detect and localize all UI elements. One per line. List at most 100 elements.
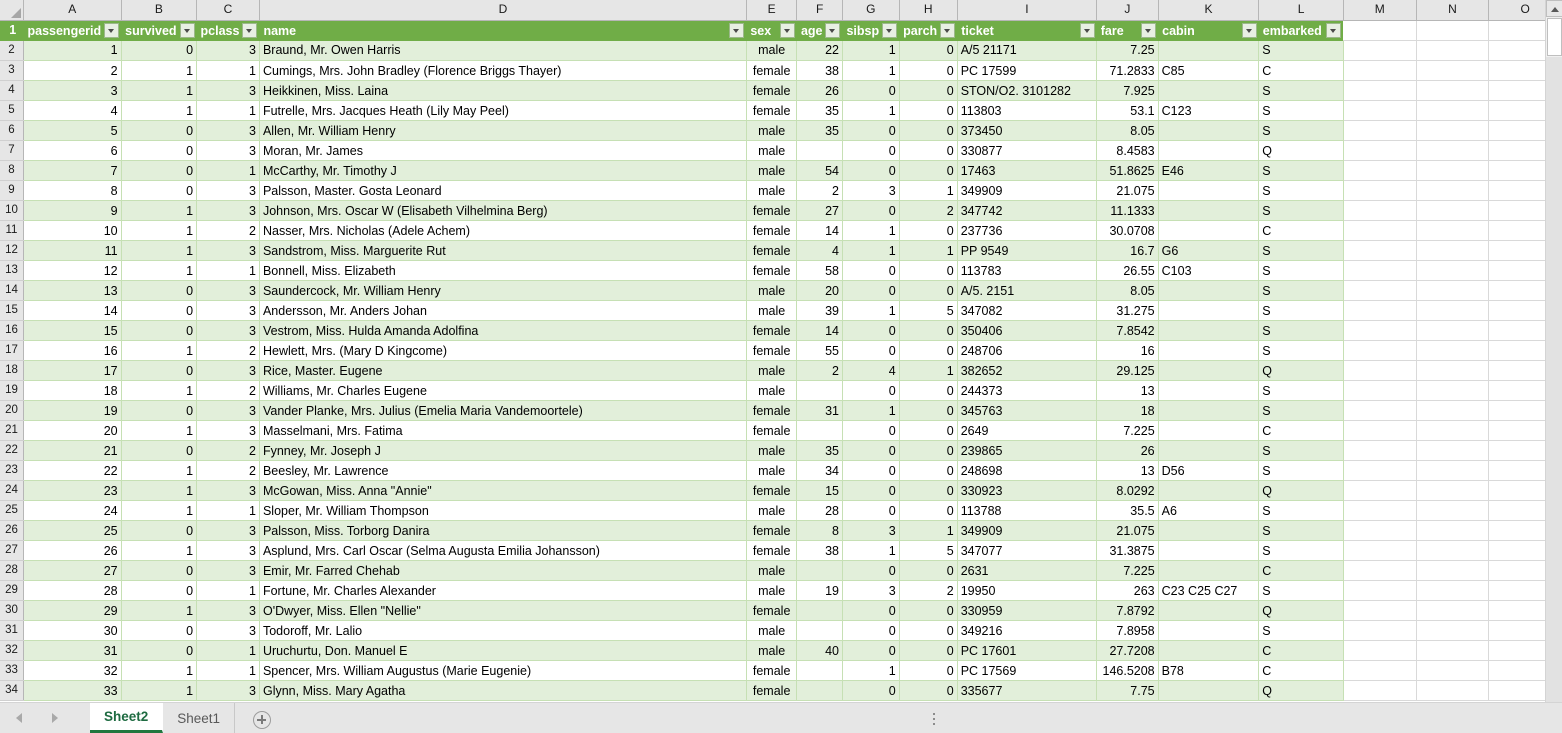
cell-sex[interactable]: male xyxy=(746,560,798,581)
empty-cell[interactable] xyxy=(1343,500,1417,521)
cell-passengerid[interactable]: 19 xyxy=(23,400,122,421)
cell-fare[interactable]: 8.0292 xyxy=(1096,480,1159,501)
empty-cell[interactable] xyxy=(1416,680,1490,701)
cell-embarked[interactable]: C xyxy=(1258,420,1344,441)
cell-passengerid[interactable]: 9 xyxy=(23,200,122,221)
empty-cell[interactable] xyxy=(1416,240,1490,261)
cell-age[interactable]: 15 xyxy=(796,480,843,501)
cell-sex[interactable]: female xyxy=(746,240,798,261)
cell-fare[interactable]: 26.55 xyxy=(1096,260,1159,281)
row-header[interactable]: 30 xyxy=(0,600,24,621)
cell-parch[interactable]: 0 xyxy=(899,280,958,301)
cell-ticket[interactable]: 349216 xyxy=(957,620,1098,641)
cell-cabin[interactable]: G6 xyxy=(1158,240,1260,261)
cell-passengerid[interactable]: 4 xyxy=(23,100,122,121)
cell-embarked[interactable]: S xyxy=(1258,320,1344,341)
cell-cabin[interactable] xyxy=(1158,300,1260,321)
row-header[interactable]: 21 xyxy=(0,420,24,441)
cell-embarked[interactable]: S xyxy=(1258,260,1344,281)
cell-cabin[interactable] xyxy=(1158,540,1260,561)
cell-fare[interactable]: 7.225 xyxy=(1096,420,1159,441)
row-header[interactable]: 18 xyxy=(0,360,24,381)
cell-passengerid[interactable]: 7 xyxy=(23,160,122,181)
empty-cell[interactable] xyxy=(1343,480,1417,501)
cell-sibsp[interactable]: 1 xyxy=(842,400,900,421)
cell-fare[interactable]: 30.0708 xyxy=(1096,220,1159,241)
cell-pclass[interactable]: 3 xyxy=(196,600,260,621)
cell-name[interactable]: Spencer, Mrs. William Augustus (Marie Eu… xyxy=(259,660,747,681)
cell-sibsp[interactable]: 1 xyxy=(842,100,900,121)
cell-survived[interactable]: 1 xyxy=(121,260,198,281)
cell-cabin[interactable] xyxy=(1158,180,1260,201)
cell-ticket[interactable]: 248698 xyxy=(957,460,1098,481)
empty-cell[interactable] xyxy=(1416,40,1490,61)
cell-sibsp[interactable]: 0 xyxy=(842,260,900,281)
cell-fare[interactable]: 16 xyxy=(1096,340,1159,361)
cell-sibsp[interactable]: 1 xyxy=(842,540,900,561)
cell-sex[interactable]: female xyxy=(746,200,798,221)
row-header[interactable]: 6 xyxy=(0,120,24,141)
cell-pclass[interactable]: 3 xyxy=(196,680,260,701)
cell-passengerid[interactable]: 2 xyxy=(23,60,122,81)
cell-age[interactable]: 35 xyxy=(796,440,843,461)
cell-passengerid[interactable]: 12 xyxy=(23,260,122,281)
cell-ticket[interactable]: 17463 xyxy=(957,160,1098,181)
cell-pclass[interactable]: 3 xyxy=(196,240,260,261)
table-row[interactable]: 8 7 0 1 McCarthy, Mr. Timothy Jmale 54 0 0 17463… xyxy=(0,160,1562,181)
row-header[interactable]: 32 xyxy=(0,640,24,661)
cell-ticket[interactable]: PP 9549 xyxy=(957,240,1098,261)
cell-name[interactable]: Futrelle, Mrs. Jacques Heath (Lily May P… xyxy=(259,100,747,121)
cell-name[interactable]: Johnson, Mrs. Oscar W (Elisabeth Vilhelm… xyxy=(259,200,747,221)
table-row[interactable]: 16 15 0 3 Vestrom, Miss. Hulda Amanda Adolfi… xyxy=(0,320,1562,341)
cell-parch[interactable]: 0 xyxy=(899,680,958,701)
cell-survived[interactable]: 1 xyxy=(121,380,198,401)
cell-embarked[interactable]: Q xyxy=(1258,480,1344,501)
cell-parch[interactable]: 0 xyxy=(899,140,958,161)
column-filter-header-ticket[interactable]: ticket xyxy=(957,20,1097,41)
empty-cell[interactable] xyxy=(1416,60,1490,81)
cell-passengerid[interactable]: 10 xyxy=(23,220,122,241)
empty-cell[interactable] xyxy=(1343,420,1417,441)
empty-cell[interactable] xyxy=(1343,540,1417,561)
cell-age[interactable]: 2 xyxy=(796,360,843,381)
row-header[interactable]: 17 xyxy=(0,340,24,361)
cell-sex[interactable]: female xyxy=(746,260,798,281)
cell-survived[interactable]: 1 xyxy=(121,460,198,481)
cell-passengerid[interactable]: 33 xyxy=(23,680,122,701)
cell-passengerid[interactable]: 20 xyxy=(23,420,122,441)
empty-cell[interactable] xyxy=(1343,300,1417,321)
cell-embarked[interactable]: S xyxy=(1258,160,1344,181)
vertical-scroll-thumb[interactable] xyxy=(1547,18,1562,56)
cell-fare[interactable]: 13 xyxy=(1096,380,1159,401)
cell-sex[interactable]: male xyxy=(746,640,798,661)
cell-sibsp[interactable]: 4 xyxy=(842,360,900,381)
row-header[interactable]: 34 xyxy=(0,680,24,701)
empty-cell[interactable] xyxy=(1416,460,1490,481)
table-row[interactable]: 17 16 1 2 Hewlett, Mrs. (Mary D Kingcome) fem… xyxy=(0,340,1562,361)
table-row[interactable]: 14 13 0 3 Saundercock, Mr. William Henry male… xyxy=(0,280,1562,301)
column-header-k[interactable]: K xyxy=(1158,0,1260,21)
cell-survived[interactable]: 1 xyxy=(121,340,198,361)
cell-sibsp[interactable]: 0 xyxy=(842,160,900,181)
row-header[interactable]: 2 xyxy=(0,40,24,61)
cell-cabin[interactable] xyxy=(1158,680,1260,701)
cell-fare[interactable]: 18 xyxy=(1096,400,1159,421)
select-all-corner[interactable] xyxy=(0,0,24,21)
cell-parch[interactable]: 0 xyxy=(899,640,958,661)
filter-dropdown-icon[interactable] xyxy=(1079,23,1095,38)
row-header[interactable]: 7 xyxy=(0,140,24,161)
cell-name[interactable]: Cumings, Mrs. John Bradley (Florence Bri… xyxy=(259,60,747,81)
cell-passengerid[interactable]: 1 xyxy=(23,40,122,61)
cell-age[interactable]: 38 xyxy=(796,540,843,561)
cell-cabin[interactable] xyxy=(1158,560,1260,581)
cell-pclass[interactable]: 3 xyxy=(196,280,260,301)
empty-cell[interactable] xyxy=(1343,460,1417,481)
cell-sex[interactable]: female xyxy=(746,340,798,361)
cell-fare[interactable]: 7.8792 xyxy=(1096,600,1159,621)
cell-age[interactable]: 4 xyxy=(796,240,843,261)
cell-cabin[interactable]: C23 C25 C27 xyxy=(1158,580,1260,601)
cell-name[interactable]: Masselmani, Mrs. Fatima xyxy=(259,420,747,441)
cell-name[interactable]: Emir, Mr. Farred Chehab xyxy=(259,560,747,581)
table-row[interactable]: 28 27 0 3 Emir, Mr. Farred Chehab male 0 0 2631 7… xyxy=(0,560,1562,581)
cell-pclass[interactable]: 3 xyxy=(196,80,260,101)
